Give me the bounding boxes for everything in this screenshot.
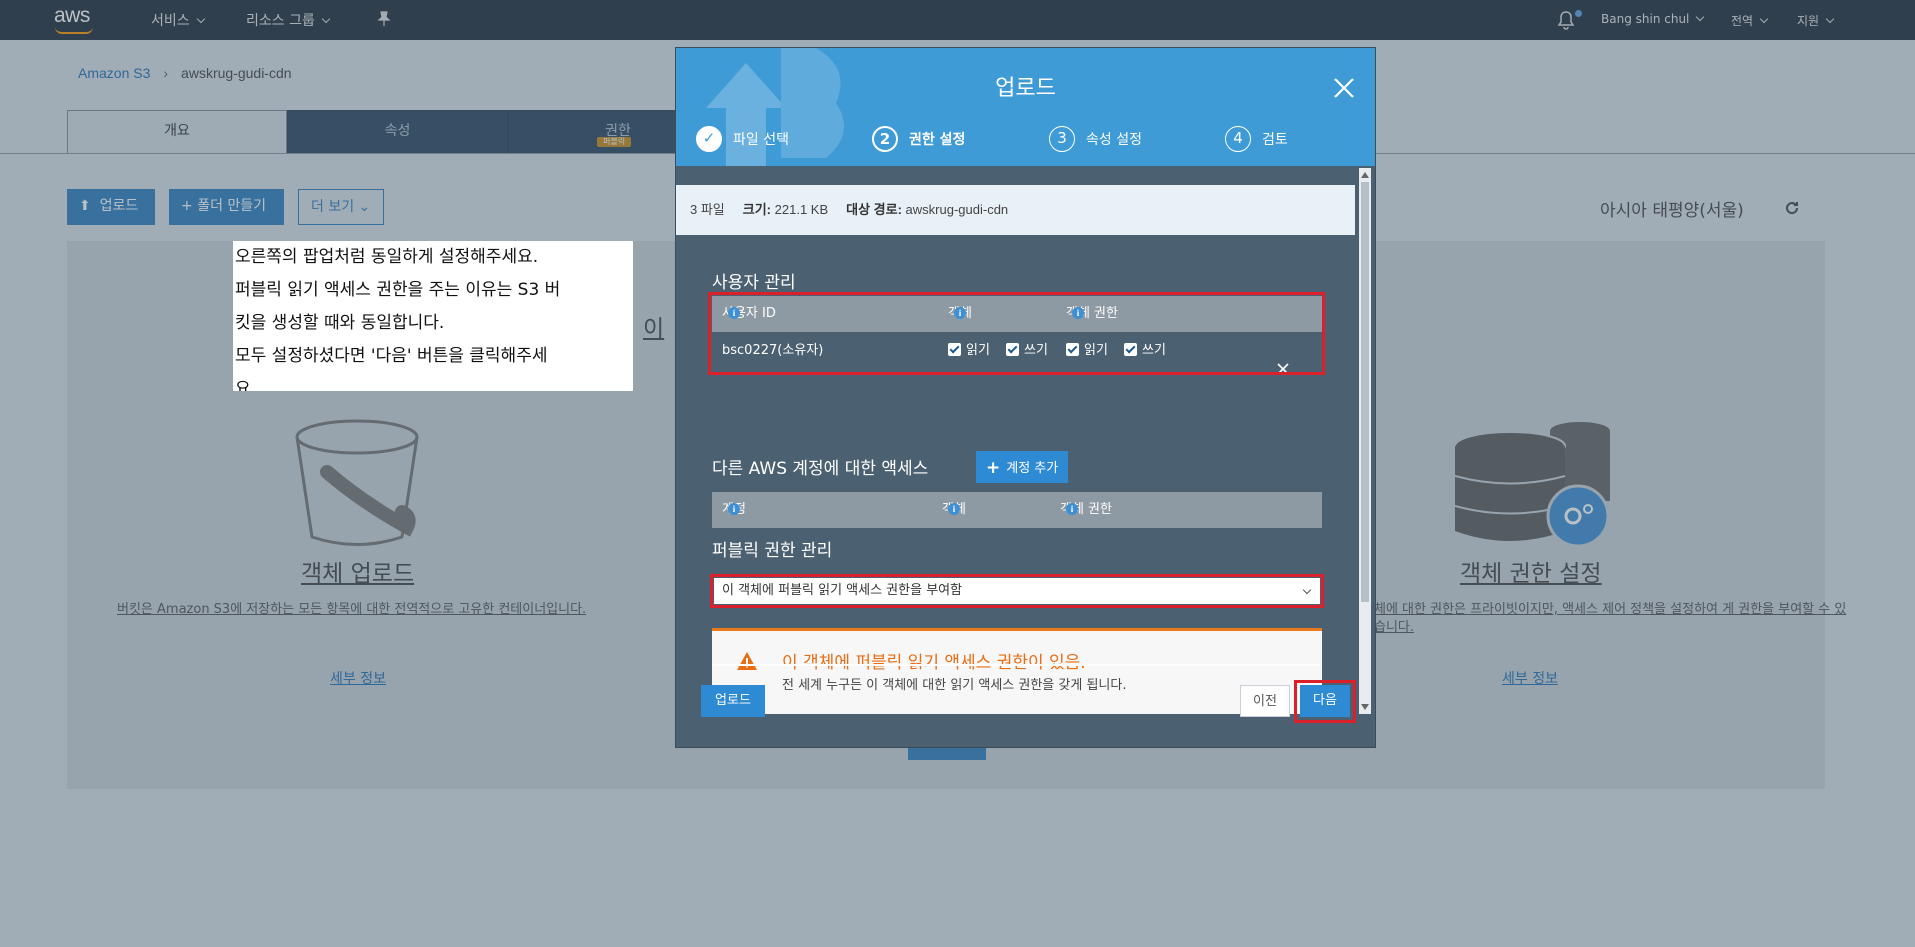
step-number: 4 (1225, 126, 1251, 152)
step-number: 3 (1049, 126, 1075, 152)
warning-title: 이 객체에 퍼블릭 읽기 액세스 권한이 있음. (782, 653, 1086, 673)
step-set-properties[interactable]: 3 속성 설정 (1049, 126, 1142, 152)
modal-scrollbar[interactable] (1359, 168, 1371, 714)
previous-button[interactable]: 이전 (1240, 685, 1290, 717)
step-label: 속성 설정 (1086, 132, 1142, 148)
size-label: 크기: (742, 202, 772, 217)
public-warning-alert: 이 객체에 퍼블릭 읽기 액세스 권한이 있음. 전 세계 누구든 이 객체에 … (712, 628, 1322, 714)
dest-value: awskrug-gudi-cdn (905, 202, 1009, 217)
note-line: 퍼블릭 읽기 액세스 권한을 주는 이유는 S3 버 (235, 280, 561, 300)
close-icon[interactable] (1332, 76, 1356, 100)
warning-description: 전 세계 누구든 이 객체에 대한 읽기 액세스 권한을 갖게 됩니다. (782, 678, 1127, 693)
note-line: 요. (235, 379, 257, 391)
highlight-box-public-select (710, 574, 1324, 608)
highlight-box-user-table (708, 292, 1325, 375)
note-line: 킷을 생성할 때와 동일합니다. (235, 313, 445, 333)
step-label: 파일 선택 (733, 132, 789, 148)
info-icon[interactable]: i (1066, 502, 1078, 515)
step-label: 검토 (1262, 132, 1288, 148)
user-management-title: 사용자 관리 (712, 273, 796, 293)
step-review[interactable]: 4 검토 (1225, 126, 1288, 152)
info-icon[interactable]: i (728, 502, 740, 515)
other-accounts-title: 다른 AWS 계정에 대한 액세스 (712, 459, 929, 479)
check-icon: ✓ (696, 126, 722, 152)
upload-summary: 3 파일 크기: 221.1 KB 대상 경로: awskrug-gudi-cdn (676, 185, 1355, 235)
body-bottom-edge (712, 664, 1320, 666)
upload-modal: 업로드 ✓ 파일 선택 2 권한 설정 3 속성 설정 4 검토 3 파일 크기: 221… (676, 48, 1375, 747)
step-select-files[interactable]: ✓ 파일 선택 (696, 126, 789, 152)
plus-icon: + (986, 458, 1001, 478)
file-count: 3 파일 (690, 202, 725, 217)
col-object-permissions: 객체 권한 i (1060, 502, 1112, 517)
public-permissions-title: 퍼블릭 권한 관리 (712, 541, 833, 561)
add-account-label: 계정 추가 (1006, 461, 1059, 476)
step-label: 권한 설정 (909, 132, 966, 148)
col-object: 객체i (942, 492, 966, 528)
step-set-permissions[interactable]: 2 권한 설정 (872, 126, 965, 152)
add-account-button[interactable]: + 계정 추가 (976, 451, 1069, 483)
modal-header: 업로드 ✓ 파일 선택 2 권한 설정 3 속성 설정 4 검토 (676, 48, 1375, 166)
step-number: 2 (872, 126, 898, 152)
scroll-thumb[interactable] (1361, 182, 1369, 602)
scroll-up-icon[interactable] (1361, 172, 1369, 178)
scroll-down-icon[interactable] (1361, 704, 1369, 710)
warning-icon (737, 652, 757, 670)
col-account: 계정i (722, 492, 746, 528)
note-line: 모두 설정하셨다면 '다음' 버튼을 클릭해주세 (235, 346, 548, 366)
highlight-box-next-button (1294, 680, 1356, 723)
accounts-table-header: 계정i 객체i 객체 권한i (712, 492, 1322, 528)
upload-now-button[interactable]: 업로드 (701, 685, 765, 717)
info-icon[interactable]: i (948, 502, 960, 515)
size-value: 221.1 KB (774, 202, 829, 217)
modal-title: 업로드 (995, 76, 1056, 101)
dest-label: 대상 경로: (846, 202, 902, 217)
modal-body: 3 파일 크기: 221.1 KB 대상 경로: awskrug-gudi-cdn … (676, 166, 1355, 714)
note-line: 오른쪽의 팝업처럼 동일하게 설정해주세요. (235, 247, 539, 267)
instruction-note: 오른쪽의 팝업처럼 동일하게 설정해주세요. 퍼블릭 읽기 액세스 권한을 주는… (233, 241, 633, 391)
